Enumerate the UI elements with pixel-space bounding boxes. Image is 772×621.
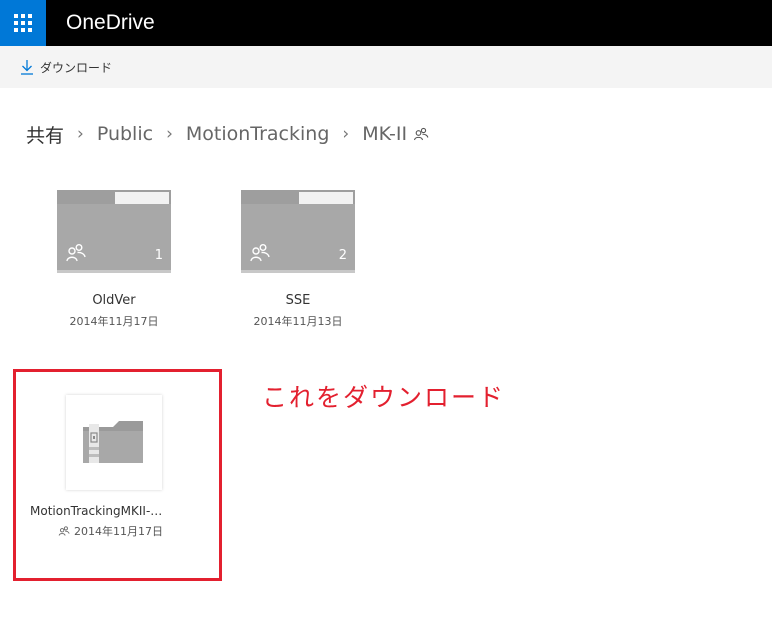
download-button[interactable]: ダウンロード [14, 55, 118, 79]
waffle-icon [14, 14, 32, 32]
folder-icon: 1 [57, 190, 171, 273]
download-label: ダウンロード [40, 60, 113, 75]
file-date: 2014年11月17日 [74, 525, 163, 538]
breadcrumb-separator: › [166, 124, 173, 144]
file-thumbnail [66, 395, 162, 490]
file-name[interactable]: MotionTrackingMKII-… [22, 504, 198, 518]
folder-date: 2014年11月13日 [253, 315, 343, 328]
app-launcher-button[interactable] [0, 0, 46, 46]
download-icon [21, 60, 33, 75]
shared-people-icon [58, 526, 70, 536]
breadcrumb-item-motiontracking[interactable]: MotionTracking [186, 123, 330, 145]
breadcrumb: 共有 › Public › MotionTracking › MK-II [26, 119, 429, 149]
command-bar: ダウンロード [0, 46, 772, 88]
top-bar: OneDrive [0, 0, 772, 46]
shared-people-icon [66, 244, 86, 262]
file-tile-motiontracking-mkii[interactable]: MotionTrackingMKII-… 2014年11月17日 [22, 390, 212, 560]
folder-item-count: 2 [338, 248, 347, 263]
folder-tile-oldver[interactable]: 1 OldVer 2014年11月17日 [44, 190, 184, 330]
shared-people-icon [250, 244, 270, 262]
file-meta: 2014年11月17日 [58, 523, 163, 539]
breadcrumb-item-public[interactable]: Public [97, 123, 153, 145]
breadcrumb-item-mk-ii: MK-II [362, 123, 408, 145]
breadcrumb-separator: › [77, 124, 84, 144]
breadcrumb-separator: › [342, 124, 350, 144]
folder-icon: 2 [241, 190, 355, 273]
folder-tile-sse[interactable]: 2 SSE 2014年11月13日 [228, 190, 368, 330]
zip-file-icon [83, 421, 143, 463]
folder-item-count: 1 [154, 248, 163, 263]
app-title[interactable]: OneDrive [66, 9, 155, 37]
folder-name[interactable]: OldVer [44, 293, 184, 308]
folder-name[interactable]: SSE [228, 293, 368, 308]
folder-date: 2014年11月17日 [69, 315, 159, 328]
breadcrumb-item-shared[interactable]: 共有 [26, 121, 64, 148]
shared-people-icon [414, 127, 429, 141]
annotation-text: これをダウンロード [262, 383, 506, 412]
